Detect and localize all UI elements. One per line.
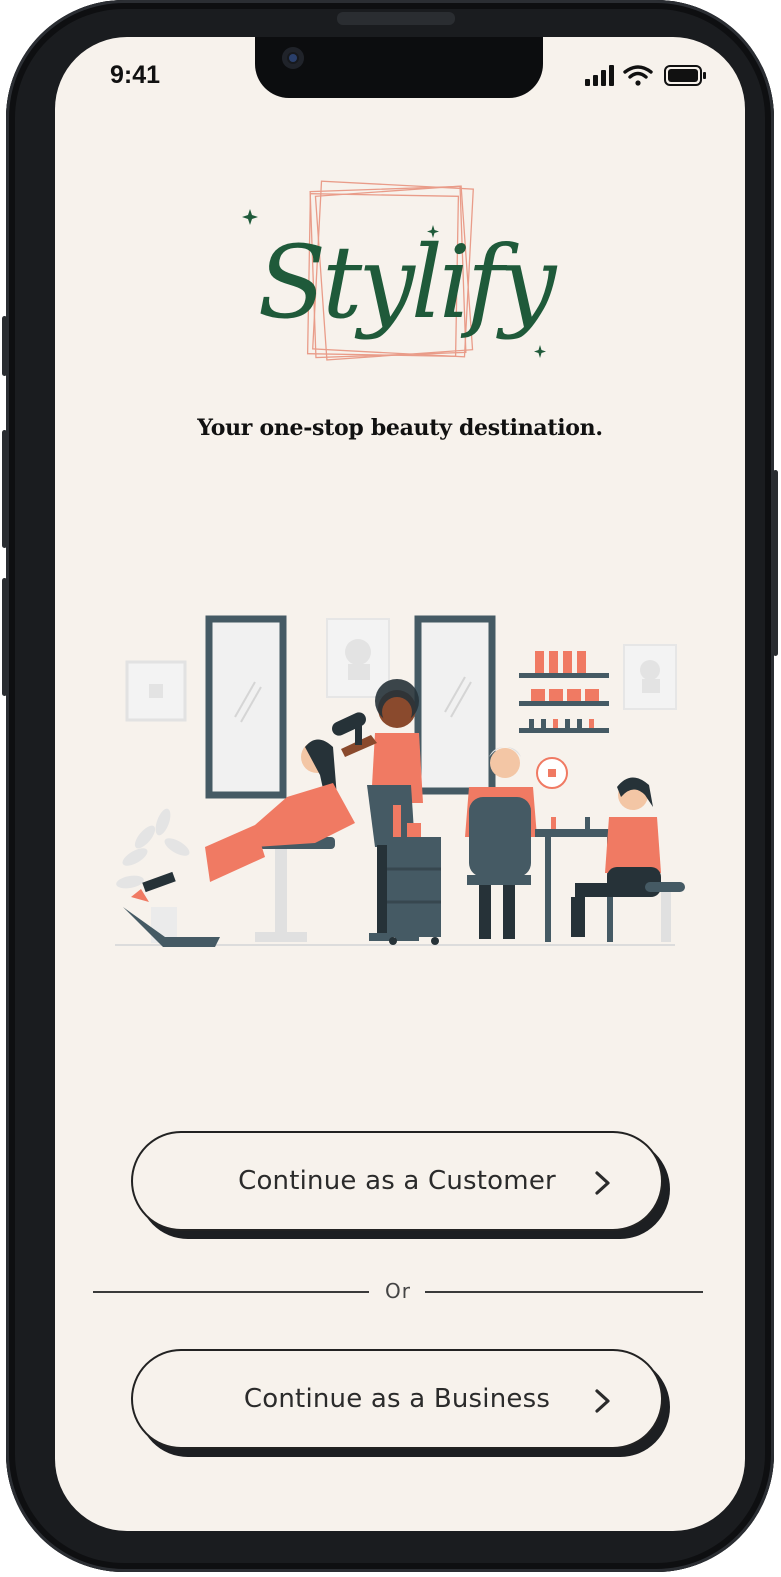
continue-as-business-label: Continue as a Business [243, 1384, 551, 1414]
phone-frame: 9:41 Stylify Your one-stop beauty destin… [2, 0, 778, 1572]
chevron-right-icon [595, 1389, 610, 1413]
salon-scene-illustration [115, 615, 685, 947]
plant-decoration [116, 808, 190, 943]
mirror-right [414, 615, 496, 795]
mirror-left [205, 615, 287, 799]
cellular-signal-icon [585, 65, 614, 86]
earpiece-speaker [337, 12, 455, 25]
divider-line-right [425, 1291, 703, 1293]
action-button [2, 316, 7, 376]
manicurist-figure [571, 777, 685, 942]
status-time: 9:41 [110, 61, 161, 89]
volume-down-button [2, 578, 7, 696]
front-camera-icon [282, 47, 304, 69]
power-button [773, 470, 778, 656]
continue-as-business-button[interactable]: Continue as a Business [131, 1349, 663, 1449]
continue-as-customer-button[interactable]: Continue as a Customer [131, 1131, 663, 1231]
volume-up-button [2, 430, 7, 548]
stylify-logo: Stylify [242, 180, 562, 361]
tool-trolley [387, 805, 441, 945]
or-divider: Or [93, 1277, 703, 1305]
tagline: Your one-stop beauty destination. [197, 415, 603, 441]
logo-wordmark: Stylify [258, 224, 558, 341]
battery-icon [664, 65, 706, 86]
notch [255, 37, 543, 98]
wall-clock-icon [536, 757, 568, 789]
continue-as-customer-label: Continue as a Customer [238, 1166, 556, 1196]
app-screen: 9:41 Stylify Your one-stop beauty destin… [55, 37, 745, 1531]
product-shelves [519, 651, 609, 733]
wifi-icon [623, 65, 653, 86]
chevron-right-icon [595, 1171, 610, 1195]
status-icons [585, 65, 706, 86]
